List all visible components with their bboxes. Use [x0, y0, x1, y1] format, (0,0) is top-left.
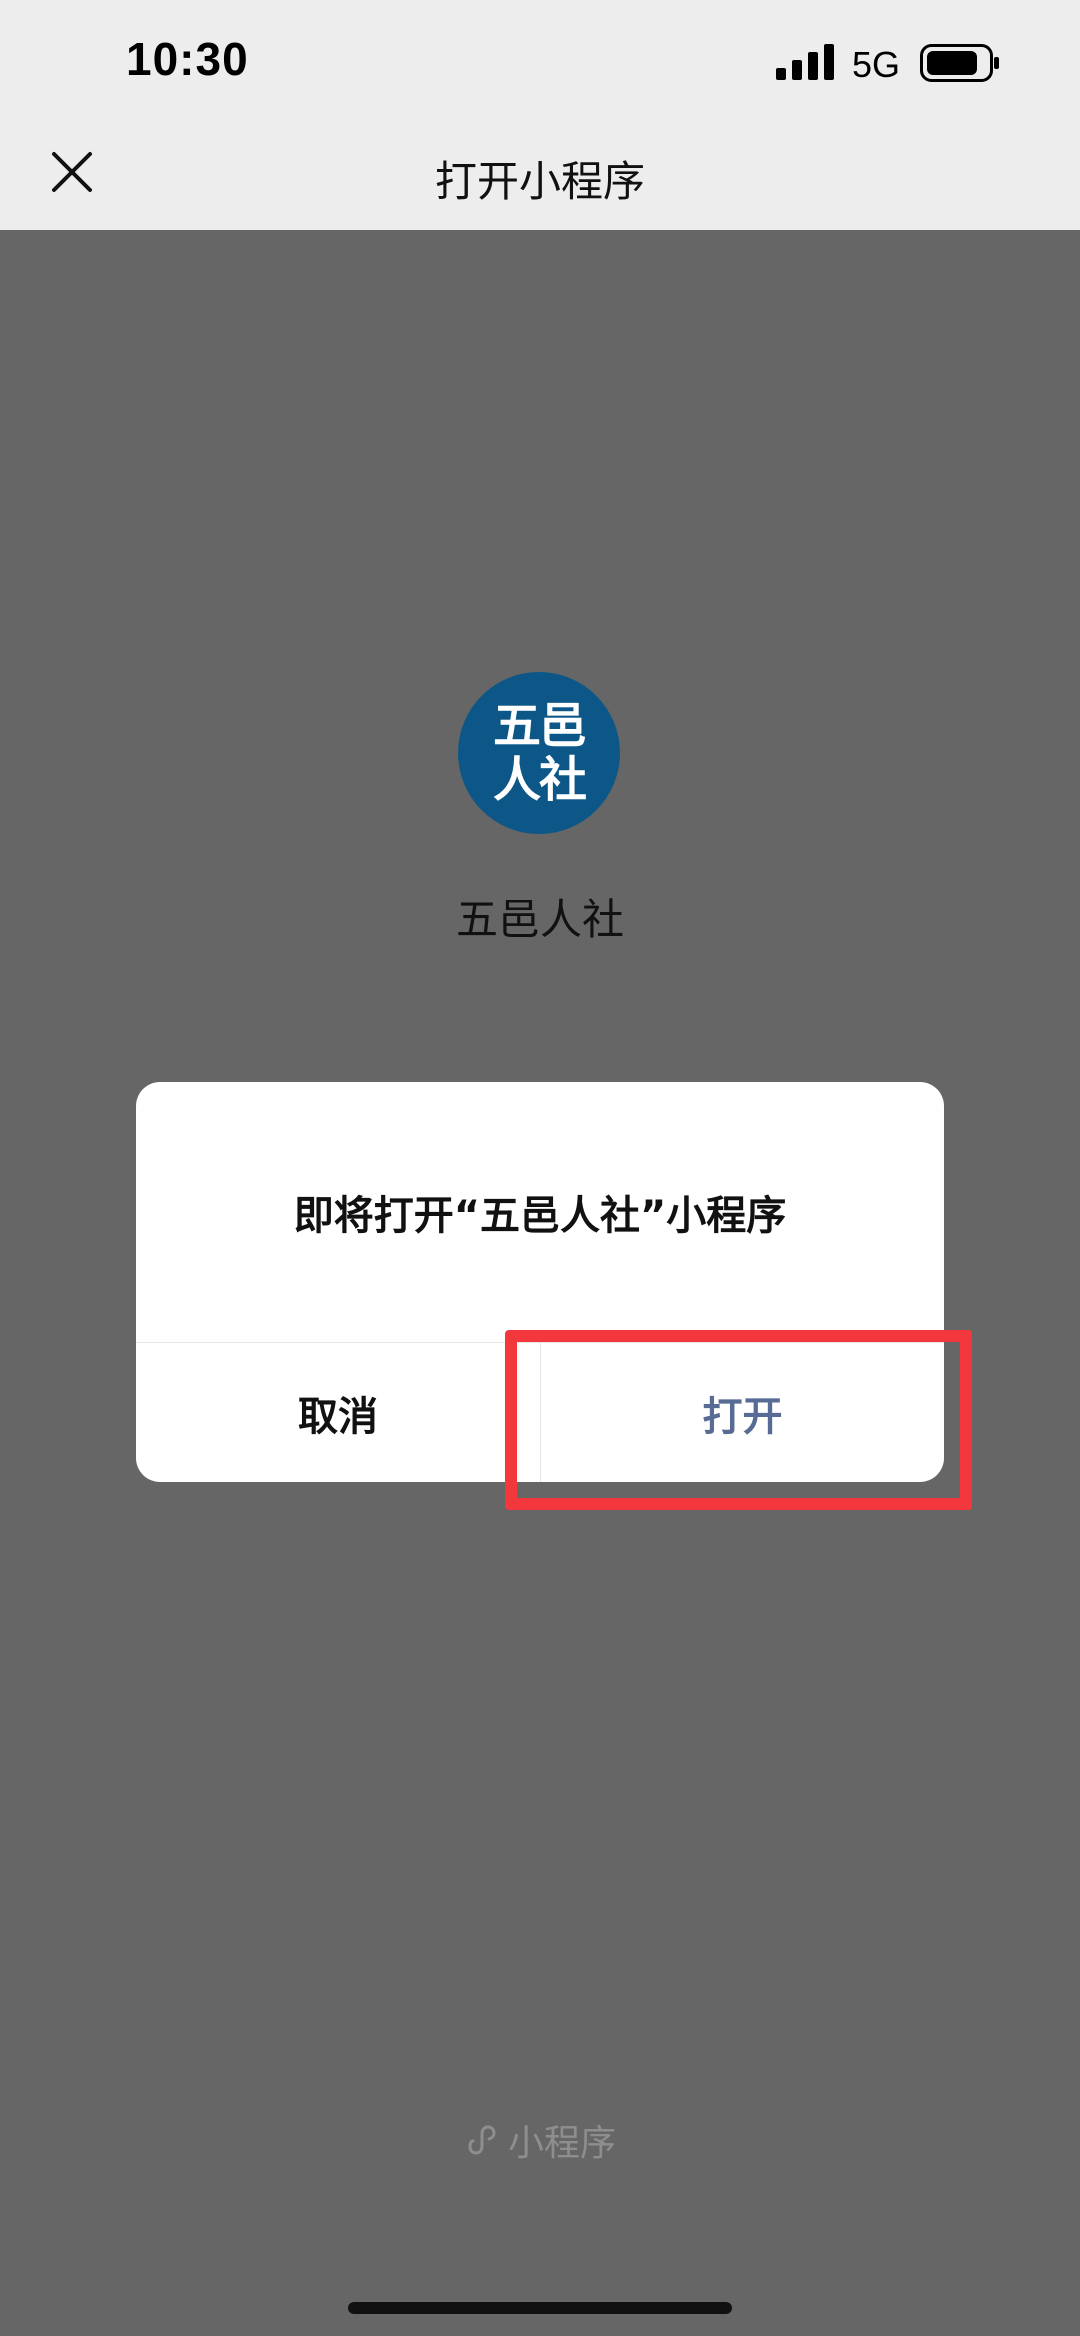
- status-time: 10:30: [126, 33, 249, 85]
- logo-text-line2: 人社: [492, 752, 587, 808]
- home-indicator[interactable]: [348, 2302, 732, 2314]
- mini-program-icon: [468, 2125, 496, 2155]
- open-button[interactable]: 打开: [541, 1343, 944, 1482]
- page-title: 打开小程序: [434, 157, 645, 206]
- app-logo: 五邑 人社: [458, 672, 620, 834]
- network-label: 5G: [852, 44, 901, 85]
- dialog-message: 即将打开“五邑人社”小程序: [293, 1193, 787, 1239]
- app-name: 五邑人社: [455, 895, 624, 944]
- logo-text-line1: 五邑: [492, 698, 587, 754]
- mini-program-label: 小程序: [507, 2123, 616, 2164]
- cancel-button[interactable]: 取消: [136, 1343, 540, 1482]
- mini-program-brand: 小程序: [0, 2114, 1080, 2166]
- battery-icon: [920, 44, 999, 82]
- open-confirm-dialog: 即将打开“五邑人社”小程序 取消 打开: [136, 1082, 944, 1482]
- signal-bars-icon: [776, 44, 834, 80]
- top-bar: 10:30 5G 打开小程序: [0, 0, 1080, 230]
